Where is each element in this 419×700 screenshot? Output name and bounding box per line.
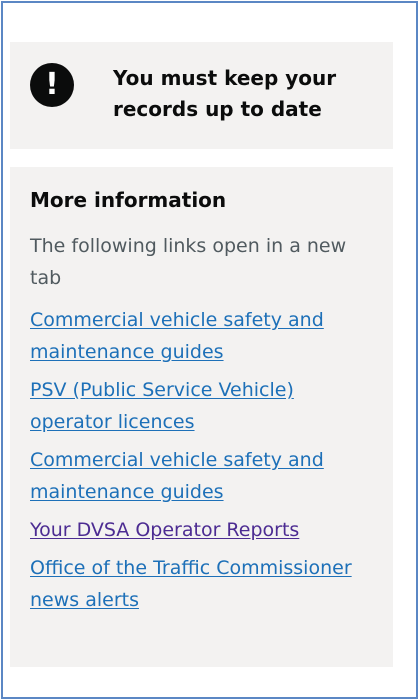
link-commercial-vehicle-safety-guides[interactable]: Commercial vehicle safety and maintenanc… — [30, 309, 324, 363]
list-item: Commercial vehicle safety and maintenanc… — [30, 444, 380, 508]
list-item: PSV (Public Service Vehicle) operator li… — [30, 374, 380, 438]
list-item: Your DVSA Operator Reports — [30, 514, 380, 546]
sidebar-frame: ! You must keep your records up to date … — [1, 1, 418, 699]
exclamation-icon: ! — [30, 63, 74, 107]
related-links-list: Commercial vehicle safety and maintenanc… — [30, 304, 380, 616]
list-item: Office of the Traffic Commissioner news … — [30, 552, 380, 616]
more-information-heading: More information — [30, 188, 227, 212]
more-information-panel: More information The following links ope… — [10, 167, 393, 667]
link-psv-operator-licences[interactable]: PSV (Public Service Vehicle) operator li… — [30, 379, 294, 433]
link-commercial-vehicle-safety-guides-2[interactable]: Commercial vehicle safety and maintenanc… — [30, 449, 324, 503]
warning-text: You must keep your records up to date — [113, 66, 337, 121]
warning-notice: ! You must keep your records up to date — [10, 42, 393, 149]
link-traffic-commissioner-news-alerts[interactable]: Office of the Traffic Commissioner news … — [30, 557, 352, 611]
link-dvsa-operator-reports[interactable]: Your DVSA Operator Reports — [30, 519, 299, 541]
new-tab-notice: The following links open in a new tab — [30, 235, 347, 289]
list-item: Commercial vehicle safety and maintenanc… — [30, 304, 380, 368]
